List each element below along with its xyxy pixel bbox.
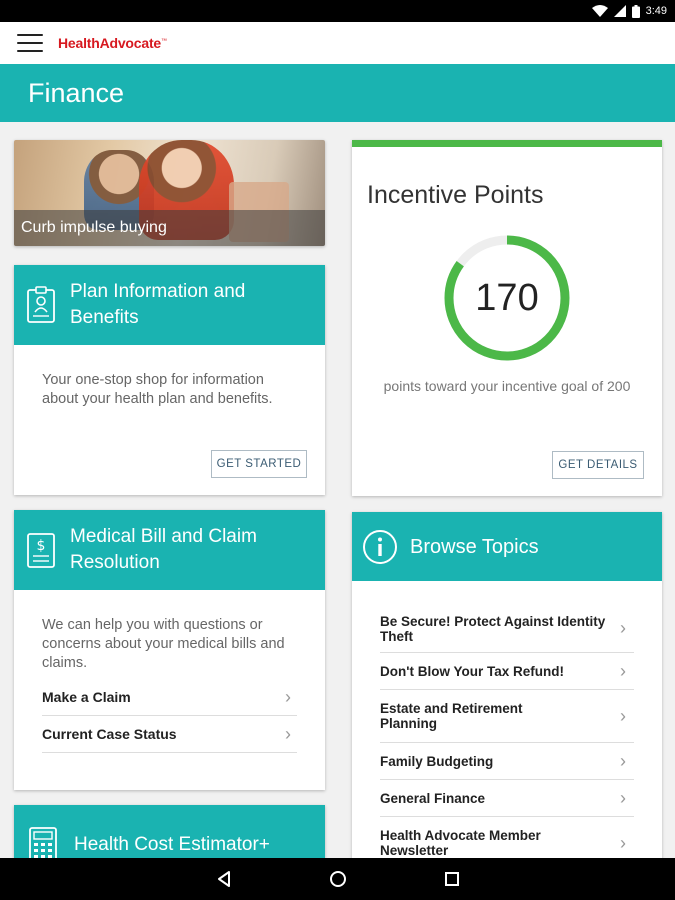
home-circle-icon [329,871,346,887]
incentive-progress-ring: 170 [442,233,572,363]
hero-caption: Curb impulse buying [14,210,325,246]
info-icon [363,529,397,564]
hero-banner[interactable]: Curb impulse buying [14,140,325,246]
incentive-points-card[interactable]: Incentive Points 170 points toward your … [352,140,662,496]
current-case-status-link[interactable]: Current Case Status › [42,716,297,753]
chevron-right-icon: › [285,723,291,744]
incentive-goal-text: points toward your incentive goal of 200 [383,378,631,394]
chevron-right-icon: › [620,705,626,726]
system-nav-bar [0,858,675,900]
recents-button[interactable] [440,867,464,891]
chevron-right-icon: › [620,660,626,681]
medical-bill-card[interactable]: $ Medical Bill and Claim Resolution We c… [14,510,325,790]
chevron-right-icon: › [620,832,626,853]
page-header: Finance [0,64,675,122]
chevron-right-icon: › [620,750,626,771]
app-logo[interactable]: HealthAdvocate™ [58,35,167,51]
plan-card-header[interactable]: Plan Information and Benefits [14,265,325,345]
plan-card-title: Plan Information and Benefits [70,281,246,328]
content-area[interactable]: Curb impulse buying Plan Information and… [0,122,675,858]
incentive-title: Incentive Points [367,181,544,209]
get-details-button[interactable]: GET DETAILS [552,451,644,479]
make-a-claim-link[interactable]: Make a Claim › [42,679,297,716]
topic-item-estate-retirement[interactable]: Estate and Retirement Planning › [380,690,634,743]
status-time: 3:49 [645,5,667,17]
medical-card-title: Medical Bill and Claim Resolution [70,526,257,573]
topics-card-title: Browse Topics [410,535,539,558]
incentive-accent-bar [352,140,662,147]
topic-item-family-budgeting[interactable]: Family Budgeting › [380,743,634,780]
back-button[interactable] [212,867,236,891]
estimator-card-title: Health Cost Estimator+ [74,834,270,855]
clipboard-icon [27,286,55,323]
health-cost-estimator-card[interactable]: Health Cost Estimator+ [14,805,325,858]
topic-item-identity-theft[interactable]: Be Secure! Protect Against Identity Thef… [380,605,634,653]
browse-topics-card[interactable]: Browse Topics Be Secure! Protect Against… [352,512,662,858]
chevron-right-icon: › [620,618,626,638]
chevron-right-icon: › [620,787,626,808]
cell-signal-icon [613,5,626,17]
status-bar: 3:49 [0,0,675,22]
medical-card-header[interactable]: $ Medical Bill and Claim Resolution [14,510,325,590]
incentive-points-value: 170 [475,276,539,319]
app-bar: HealthAdvocate™ [0,22,675,64]
menu-icon[interactable] [17,34,43,52]
page-title: Finance [28,77,125,108]
topics-list: Be Secure! Protect Against Identity Thef… [352,581,662,858]
plan-information-card[interactable]: Plan Information and Benefits Your one-s… [14,265,325,495]
topic-item-tax-refund[interactable]: Don't Blow Your Tax Refund! › [380,653,634,690]
plan-card-description: Your one-stop shop for information about… [42,372,273,407]
recents-square-icon [444,872,459,886]
back-triangle-icon [217,871,230,887]
svg-text:$: $ [37,538,46,554]
calculator-icon [29,827,57,858]
topic-item-member-newsletter[interactable]: Health Advocate Member Newsletter › [380,817,634,858]
get-started-button[interactable]: GET STARTED [211,450,307,478]
estimator-card-header[interactable]: Health Cost Estimator+ [14,805,325,858]
wifi-icon [591,5,608,17]
bill-icon: $ [27,533,55,568]
home-button[interactable] [326,867,350,891]
medical-card-description: We can help you with questions or concer… [42,617,285,671]
topic-item-general-finance[interactable]: General Finance › [380,780,634,817]
topics-card-header: Browse Topics [352,512,662,581]
battery-icon [631,4,640,18]
chevron-right-icon: › [285,686,291,707]
